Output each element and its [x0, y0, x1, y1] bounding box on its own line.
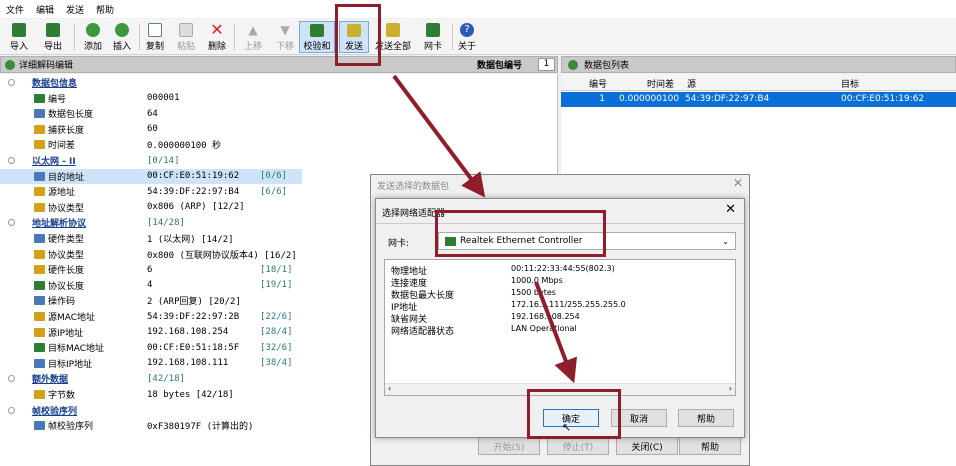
annotation-arrows: [392, 74, 577, 384]
annotation-arrow: [392, 74, 486, 198]
annotation-arrow: [534, 281, 577, 384]
